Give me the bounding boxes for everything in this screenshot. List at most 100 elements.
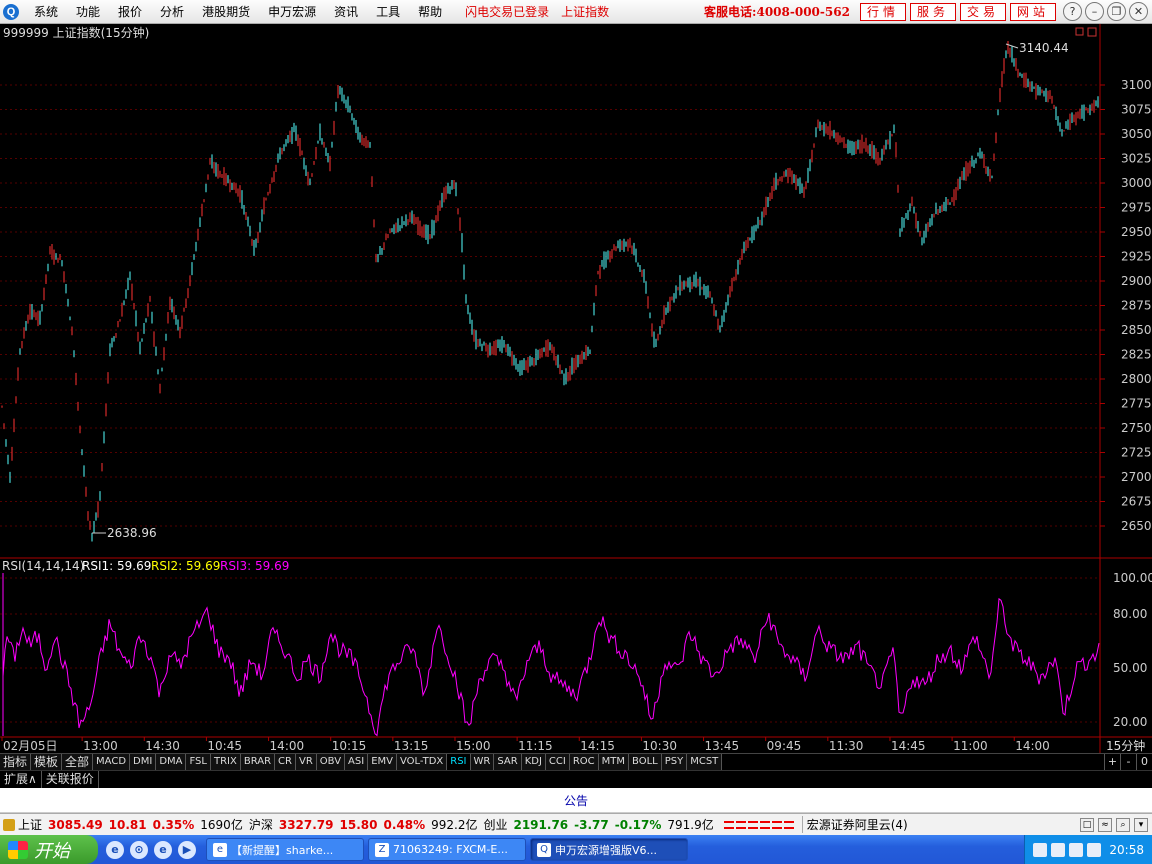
- network-icon[interactable]: [1069, 842, 1084, 857]
- kline-chart-area[interactable]: 999999 上证指数(15分钟) 3100 3075 3050 3025 3000 29…: [0, 24, 1152, 755]
- menu-swhy[interactable]: 申万宏源: [259, 1, 325, 23]
- service-button[interactable]: 服务: [909, 2, 956, 21]
- website-button[interactable]: 网站: [1009, 2, 1056, 21]
- app-logo-icon[interactable]: Q: [3, 3, 19, 20]
- announcement-title[interactable]: 公告: [564, 792, 588, 809]
- tab-cci[interactable]: CCI: [545, 754, 570, 770]
- ie-alt-icon[interactable]: e: [154, 840, 172, 859]
- tab-indicator[interactable]: 指标: [0, 754, 32, 770]
- tab-emv[interactable]: EMV: [368, 754, 397, 770]
- market-button[interactable]: 行情: [859, 2, 906, 21]
- trade-button[interactable]: 交易: [959, 2, 1006, 21]
- clock[interactable]: 20:58: [1109, 843, 1144, 857]
- y-tick-label: 3025: [1121, 152, 1152, 166]
- antivirus-icon[interactable]: [1051, 842, 1066, 857]
- start-button[interactable]: 开始: [0, 835, 98, 864]
- tab-wr[interactable]: WR: [470, 754, 495, 770]
- shield-icon[interactable]: [1087, 842, 1102, 857]
- windows-taskbar: 开始 e ⊙ e ▶ e 【新提醒】sharke... Z 71063249: …: [0, 835, 1152, 864]
- tab-fsl[interactable]: FSL: [186, 754, 211, 770]
- menu-system[interactable]: 系统: [25, 1, 67, 23]
- sh-change: 10.81: [108, 817, 147, 832]
- menu-function[interactable]: 功能: [67, 1, 109, 23]
- flash-trade-login-notice[interactable]: 闪电交易已登录: [465, 3, 549, 20]
- tab-macd[interactable]: MACD: [93, 754, 131, 770]
- y-tick-label: 2650: [1121, 519, 1152, 533]
- tab-trix[interactable]: TRIX: [210, 754, 241, 770]
- low-label: 2638.96: [107, 526, 157, 540]
- related-quote-tab[interactable]: 关联报价: [42, 771, 99, 788]
- menu-news[interactable]: 资讯: [325, 1, 367, 23]
- browser-icon[interactable]: ⊙: [130, 840, 148, 859]
- media-icon[interactable]: ▶: [178, 840, 196, 859]
- menu-help[interactable]: 帮助: [409, 1, 451, 23]
- lock-icon[interactable]: [3, 818, 15, 831]
- dropdown-icon[interactable]: ▾: [1134, 817, 1148, 832]
- help-circle-icon[interactable]: ?: [1063, 2, 1082, 21]
- hs-pct: 0.48%: [383, 817, 426, 832]
- tab-vol-tdx[interactable]: VOL-TDX: [396, 754, 448, 770]
- menu-quote[interactable]: 报价: [109, 1, 151, 23]
- y-tick-label: 3000: [1121, 176, 1152, 190]
- tab-cr[interactable]: CR: [275, 754, 296, 770]
- announcement-panel: 公告: [0, 788, 1152, 813]
- trading-app-icon: Q: [537, 842, 551, 857]
- keyboard-icon[interactable]: [1033, 842, 1048, 857]
- task-fxcm[interactable]: Z 71063249: FXCM-E...: [368, 838, 526, 861]
- close-icon[interactable]: ✕: [1129, 2, 1148, 21]
- tab-template[interactable]: 模板: [31, 754, 63, 770]
- tab-mcst[interactable]: MCST: [687, 754, 723, 770]
- quick-launch: e ⊙ e ▶: [106, 840, 196, 859]
- task-forum-label: 【新提醒】sharke...: [231, 843, 334, 857]
- system-tray: 20:58: [1024, 835, 1152, 864]
- x-tick-label: 02月05日: [3, 739, 58, 753]
- tab-rsi[interactable]: RSI: [447, 754, 471, 770]
- tab-obv[interactable]: OBV: [316, 754, 346, 770]
- rsi-tick-label: 80.00: [1113, 607, 1147, 621]
- menu-tools[interactable]: 工具: [367, 1, 409, 23]
- cy-pct: -0.17%: [614, 817, 662, 832]
- cy-change: -3.77: [574, 817, 609, 832]
- task-forum[interactable]: e 【新提醒】sharke...: [206, 838, 364, 861]
- tab-asi[interactable]: ASI: [345, 754, 369, 770]
- tab-sar[interactable]: SAR: [494, 754, 522, 770]
- y-tick-label: 2975: [1121, 201, 1152, 215]
- reset-button[interactable]: 0: [1136, 754, 1152, 770]
- expand-button[interactable]: 扩展∧: [0, 771, 42, 788]
- search-icon[interactable]: ⌕: [1116, 817, 1130, 832]
- y-tick-label: 2750: [1121, 421, 1152, 435]
- rsi2-value: RSI2: 59.69: [151, 559, 220, 573]
- cy-amount: 791.9亿: [667, 818, 714, 832]
- period-label[interactable]: 15分钟: [1106, 738, 1145, 753]
- ie-icon[interactable]: e: [106, 840, 124, 859]
- tab-vr[interactable]: VR: [295, 754, 317, 770]
- x-tick-label: 11:15: [518, 739, 553, 753]
- index-status-bar: 上证 3085.49 10.81 0.35% 1690亿 沪深 3327.79 …: [0, 813, 1152, 835]
- x-tick-label: 14:45: [891, 739, 926, 753]
- tab-psy[interactable]: PSY: [661, 754, 688, 770]
- rsi-tick-label: 20.00: [1113, 715, 1147, 729]
- zoom-out-button[interactable]: -: [1120, 754, 1136, 770]
- task-swhy[interactable]: Q 申万宏源增强版V6...: [530, 838, 688, 861]
- tab-all[interactable]: 全部: [62, 754, 94, 770]
- tab-kdj[interactable]: KDJ: [521, 754, 546, 770]
- tab-dma[interactable]: DMA: [156, 754, 187, 770]
- rsi-tick-label: 50.00: [1113, 661, 1147, 675]
- menu-analysis[interactable]: 分析: [151, 1, 193, 23]
- tab-boll[interactable]: BOLL: [629, 754, 662, 770]
- menu-hk-futures[interactable]: 港股期货: [193, 1, 259, 23]
- zoom-in-button[interactable]: +: [1104, 754, 1120, 770]
- extension-bar: 扩展∧ 关联报价: [0, 770, 1152, 788]
- tab-dmi[interactable]: DMI: [130, 754, 157, 770]
- menu-bar: Q 系统 功能 报价 分析 港股期货 申万宏源 资讯 工具 帮助 闪电交易已登录…: [0, 0, 1152, 24]
- tab-brar[interactable]: BRAR: [240, 754, 276, 770]
- tab-mtm[interactable]: MTM: [598, 754, 630, 770]
- x-tick-label: 09:45: [767, 739, 802, 753]
- server-provider[interactable]: 宏源证券阿里云(4): [801, 816, 908, 833]
- window-icon[interactable]: □: [1080, 817, 1094, 832]
- tab-roc[interactable]: ROC: [569, 754, 599, 770]
- market-strength-icon: [723, 820, 794, 829]
- minimize-icon[interactable]: –: [1085, 2, 1104, 21]
- restore-icon[interactable]: ❐: [1107, 2, 1126, 21]
- signal-icon[interactable]: ≈: [1098, 817, 1112, 832]
